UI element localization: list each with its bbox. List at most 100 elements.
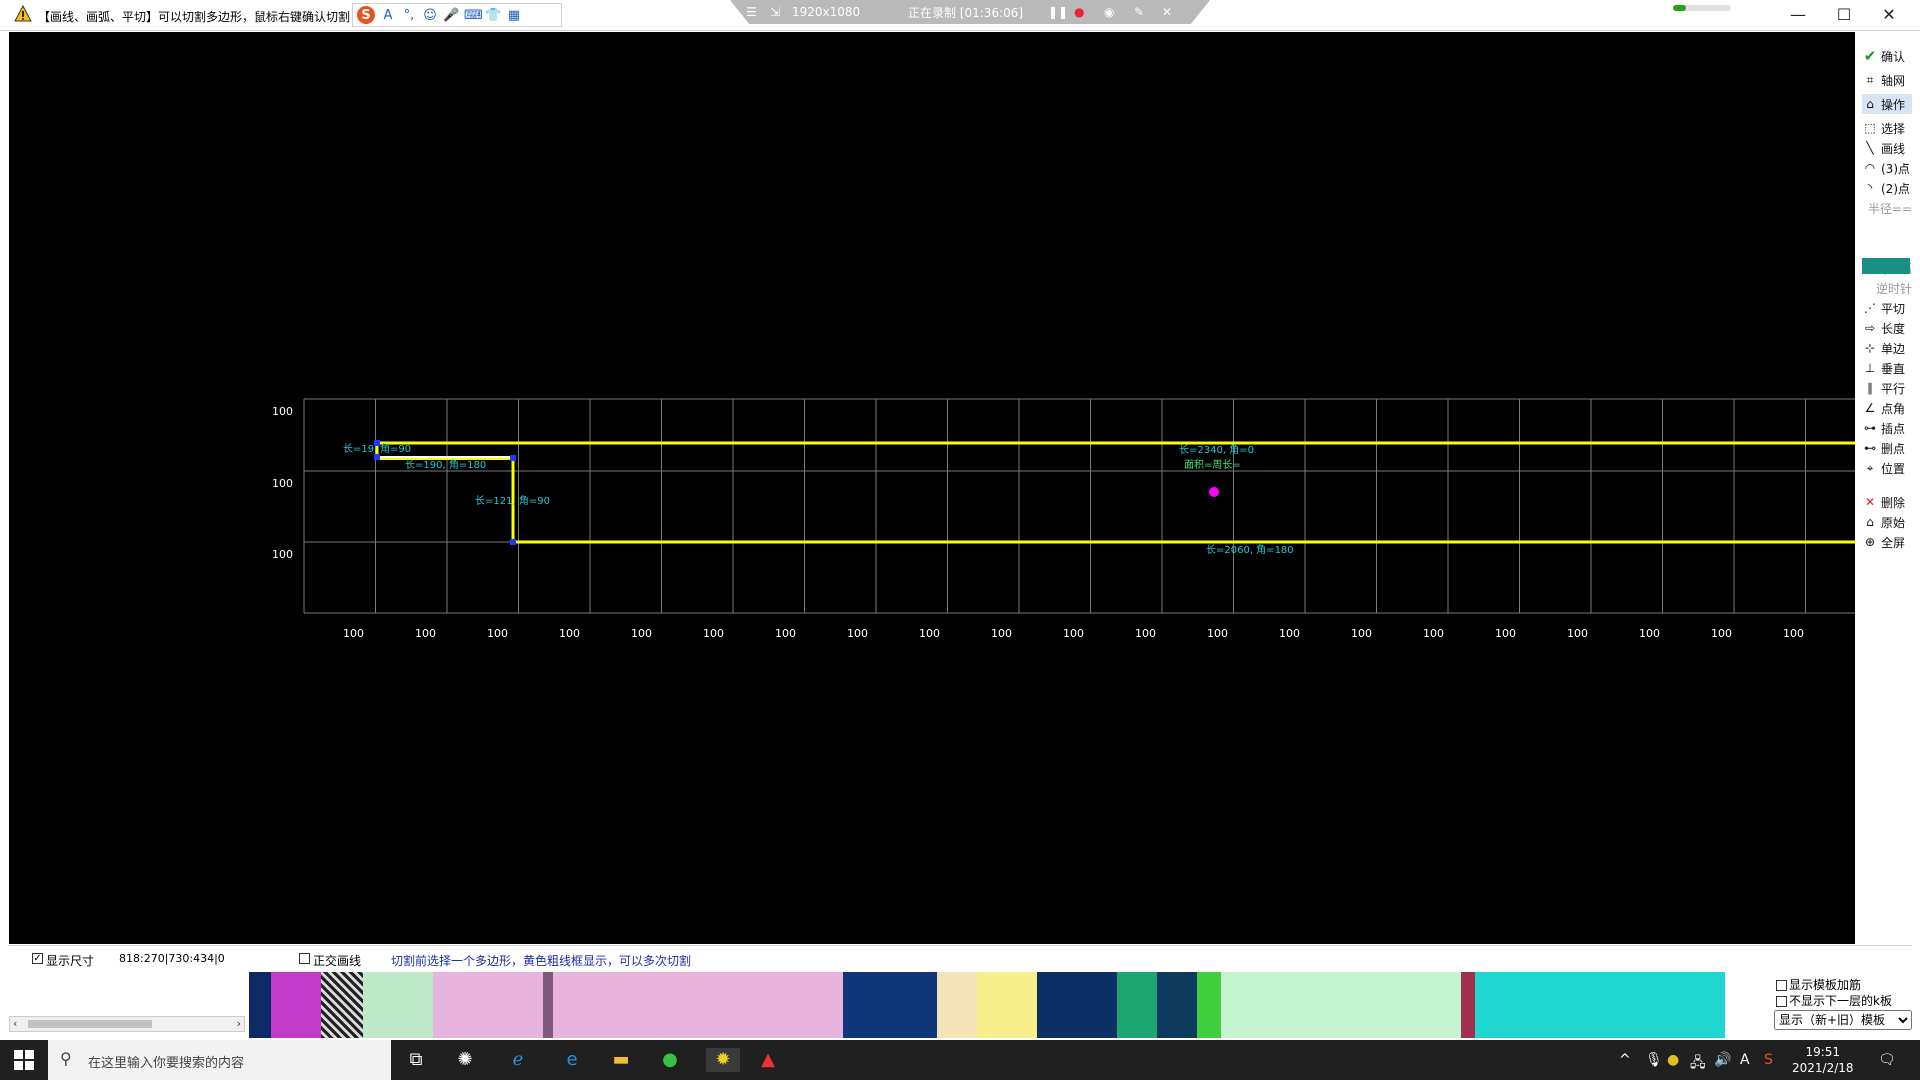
tool-flat-cut[interactable]: ⋰ 平切 <box>1862 298 1912 318</box>
show-template-plus-row[interactable]: 显示模板加筋 <box>1776 976 1861 993</box>
ortho-label: 正交画线 <box>313 954 362 968</box>
tool-delete[interactable]: ✕ 删除 <box>1862 492 1912 512</box>
mic-icon[interactable]: 🎙 <box>1645 1052 1663 1068</box>
tool-label: 确认 <box>1881 49 1906 64</box>
thumbnail-16[interactable] <box>1461 972 1475 1038</box>
thumbnail-13[interactable] <box>1157 972 1197 1038</box>
tool-confirm[interactable]: ✔ 确认 <box>1862 46 1912 66</box>
clock-date: 2021/2/18 <box>1792 1061 1854 1075</box>
network-icon[interactable]: 🖧 <box>1690 1052 1706 1076</box>
tool-select[interactable]: ⬚ 选择 <box>1862 118 1912 138</box>
tool-counterclockwise[interactable]: 逆时针 <box>1862 278 1912 298</box>
notification-icon[interactable]: 🗨 <box>1878 1052 1896 1068</box>
recorder-stop-icon[interactable]: ● <box>1074 5 1084 19</box>
thumbnail-5[interactable] <box>433 972 543 1038</box>
thumbnail-4[interactable] <box>363 972 433 1038</box>
cad-app-icon[interactable]: ✹ <box>706 1048 740 1072</box>
canvas-svg[interactable]: 100 100 100 100 100 100 100 100 100 100 100 100 100 1… <box>9 32 1855 944</box>
task-view-icon[interactable]: ⧉ <box>404 1048 428 1072</box>
ime-indicator[interactable]: A <box>1740 1052 1750 1068</box>
tool-insert-point[interactable]: ⊶ 插点 <box>1862 418 1912 438</box>
tool-position[interactable]: ⌖ 位置 <box>1862 458 1912 478</box>
thumbnail-2[interactable] <box>271 972 321 1038</box>
ime-punct-icon[interactable]: °, <box>401 8 417 23</box>
show-template-plus-checkbox[interactable] <box>1776 980 1787 991</box>
fan-app-icon[interactable]: ✺ <box>453 1048 477 1072</box>
tool-length[interactable]: ⇨ 长度 <box>1862 318 1912 338</box>
taskbar-search[interactable]: ⚲ 在这里输入你要搜索的内容 <box>48 1040 391 1080</box>
drawing-canvas[interactable]: 100 100 100 100 100 100 100 100 100 100 100 100 100 1… <box>9 32 1855 944</box>
ime-lang-icon[interactable]: A <box>380 8 396 23</box>
ime-voice-icon[interactable]: 🎤 <box>443 8 459 23</box>
tool-fullscreen[interactable]: ⊕ 全屏 <box>1862 532 1912 552</box>
scroll-right-icon[interactable]: › <box>237 1017 241 1030</box>
hide-next-layer-row[interactable]: 不显示下一层的k板 <box>1776 992 1892 1009</box>
bottom-axis-label: 100 <box>1423 627 1444 640</box>
tool-delete-point[interactable]: ⊷ 删点 <box>1862 438 1912 458</box>
tool-operate[interactable]: ⌂ 操作 <box>1862 94 1912 114</box>
scroll-thumb[interactable] <box>28 1020 152 1028</box>
thumbnail-9[interactable] <box>937 972 977 1038</box>
thumbnail-scrollbar[interactable]: ‹ › <box>9 1016 245 1032</box>
tool-arc-3pt[interactable]: ◠ (3)点 <box>1862 158 1912 178</box>
recorder-close-icon[interactable]: ✕ <box>1162 5 1172 19</box>
tool-axis-grid[interactable]: ⌗ 轴网 <box>1862 70 1912 90</box>
autocad-icon[interactable]: ▲ <box>756 1048 780 1072</box>
tool-single-edge[interactable]: ⊹ 单边 <box>1862 338 1912 358</box>
recorder-pen-icon[interactable]: ✎ <box>1134 5 1144 19</box>
ime-keyboard-icon[interactable]: ⌨ <box>464 8 483 23</box>
volume-icon[interactable]: 🔊 <box>1714 1052 1731 1068</box>
edge-browser-icon[interactable]: e <box>560 1048 584 1072</box>
tool-label: 长度 <box>1881 321 1906 336</box>
thumbnail-10[interactable] <box>977 972 1037 1038</box>
tool-parallel[interactable]: ∥ 平行 <box>1862 378 1912 398</box>
close-button[interactable]: ✕ <box>1873 4 1905 26</box>
sogou-ime-icon[interactable]: S <box>357 6 375 24</box>
thumbnail-7[interactable] <box>553 972 843 1038</box>
thumbnail-12[interactable] <box>1117 972 1157 1038</box>
ime-emoji-icon[interactable]: ☺ <box>422 8 438 23</box>
recorder-pause-icon[interactable]: ❚❚ <box>1048 5 1068 19</box>
thumbnail-6[interactable] <box>543 972 553 1038</box>
ime-toolbox-icon[interactable]: ▦ <box>506 8 522 23</box>
thumbnail-8[interactable] <box>843 972 937 1038</box>
taskbar-clock[interactable]: 19:51 2021/2/18 <box>1792 1044 1854 1076</box>
ime-toolbar[interactable]: S A °, ☺ 🎤 ⌨ 👕 ▦ <box>352 3 562 27</box>
tool-draw-line[interactable]: ╲ 画线 <box>1862 138 1912 158</box>
maximize-button[interactable]: ☐ <box>1828 4 1860 26</box>
ortho-checkbox[interactable] <box>299 953 310 964</box>
tool-perpendicular[interactable]: ⊥ 垂直 <box>1862 358 1912 378</box>
tool-label: 平切 <box>1881 301 1906 316</box>
ime-skin-icon[interactable]: 👕 <box>485 8 501 23</box>
color-swatch[interactable] <box>1862 258 1910 274</box>
recorder-pin-icon[interactable]: ⇲ <box>770 5 780 19</box>
tool-arc-2pt[interactable]: ◝ (2)点 <box>1862 178 1912 198</box>
tool-radius[interactable]: 半径== <box>1862 198 1912 218</box>
tray-chevron-icon[interactable]: ^ <box>1619 1052 1631 1068</box>
line-icon: ╲ <box>1866 141 1874 155</box>
recorder-camera-icon[interactable]: ◉ <box>1104 5 1114 19</box>
tool-point-angle[interactable]: ∠ 点角 <box>1862 398 1912 418</box>
scroll-left-icon[interactable]: ‹ <box>13 1017 17 1030</box>
hide-next-layer-checkbox[interactable] <box>1776 996 1787 1007</box>
thumbnail-3[interactable] <box>321 972 363 1038</box>
minimize-button[interactable]: — <box>1782 4 1814 26</box>
thumbnail-1[interactable] <box>249 972 271 1038</box>
thumbnail-17[interactable] <box>1475 972 1725 1038</box>
tool-original[interactable]: ⌂ 原始 <box>1862 512 1912 532</box>
template-display-select[interactable]: 显示（新+旧）模板 <box>1774 1010 1912 1030</box>
show-dimensions-checkbox[interactable]: ✓ <box>32 953 43 964</box>
sogou-tray-icon[interactable]: S <box>1764 1052 1773 1068</box>
windows-taskbar: ⚲ 在这里输入你要搜索的内容 ⧉ ✺ ℯ e ▬ ● ✹ ▲ ^ 🎙 ● 🖧 🔊… <box>0 1040 1920 1080</box>
tray-app-icon[interactable]: ● <box>1667 1052 1679 1068</box>
thumbnail-14[interactable] <box>1197 972 1221 1038</box>
recorder-menu-icon[interactable]: ☰ <box>746 5 757 19</box>
ie-browser-icon[interactable]: ℯ <box>506 1048 530 1072</box>
thumbnail-15[interactable] <box>1221 972 1461 1038</box>
show-template-plus-label: 显示模板加筋 <box>1789 978 1862 992</box>
windows-start-icon[interactable] <box>14 1050 34 1070</box>
tool-label: 画线 <box>1881 141 1906 156</box>
thumbnail-11[interactable] <box>1037 972 1117 1038</box>
file-explorer-icon[interactable]: ▬ <box>609 1048 633 1072</box>
browser-360-icon[interactable]: ● <box>658 1048 682 1072</box>
